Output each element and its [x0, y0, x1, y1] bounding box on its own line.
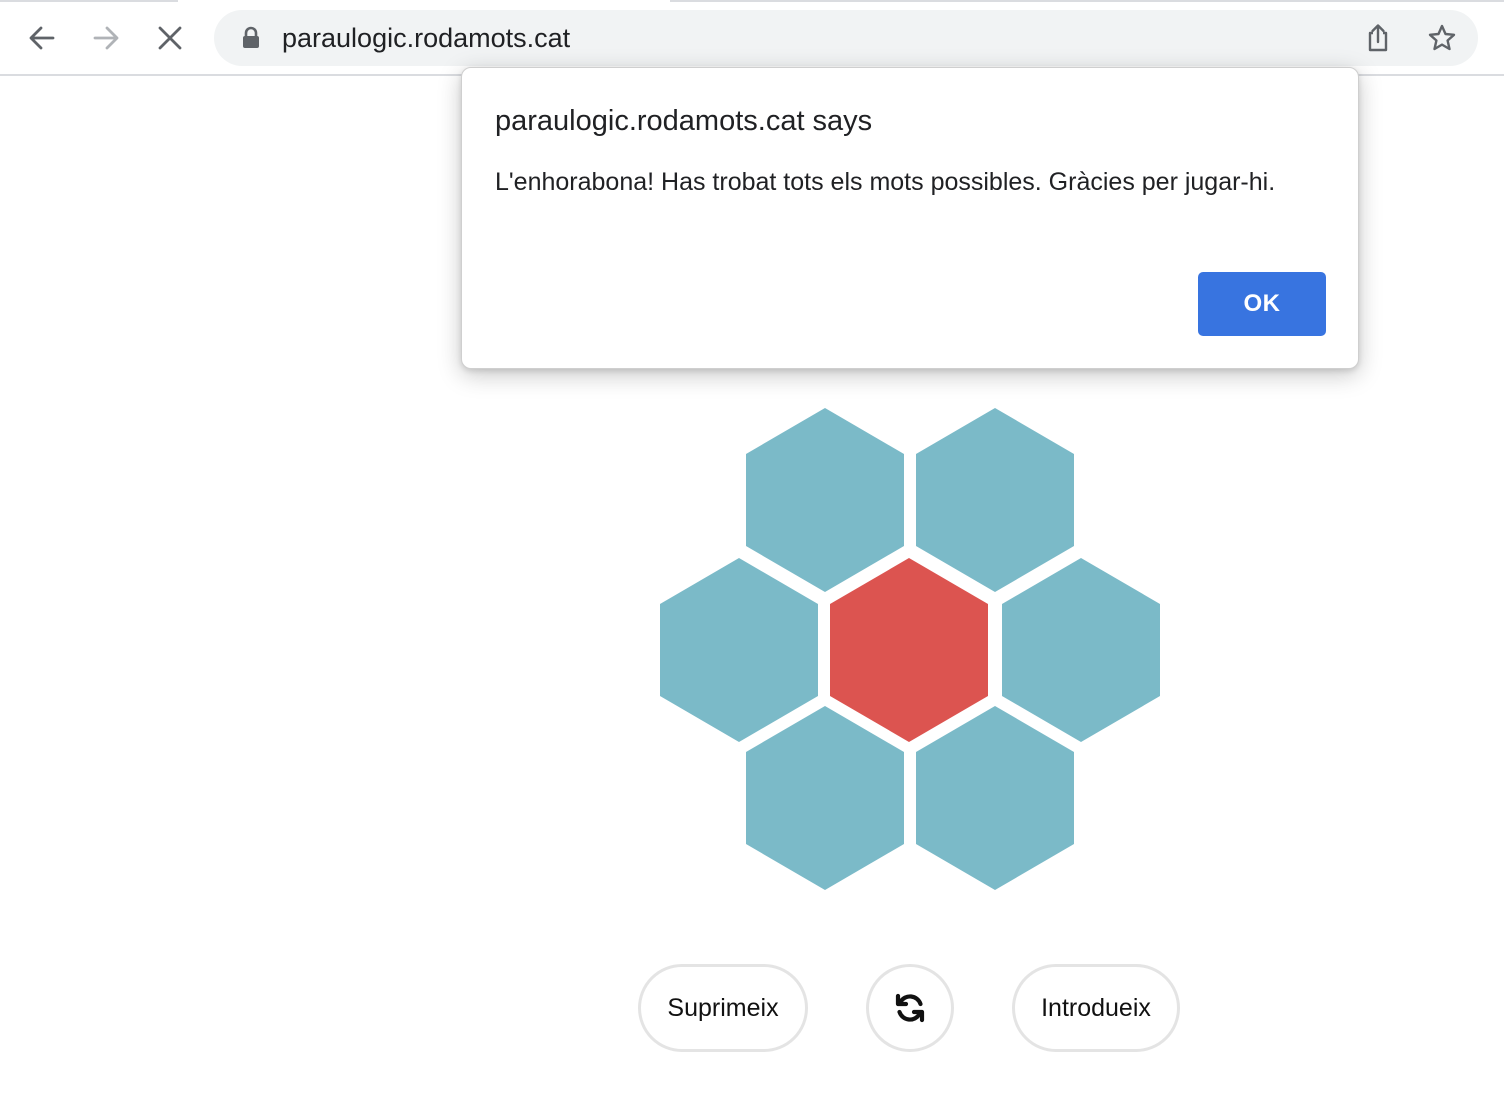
alert-dialog: paraulogic.rodamots.cat says L'enhorabon…	[461, 67, 1359, 369]
hex-cell-left[interactable]	[660, 558, 818, 742]
hex-cell-top-right[interactable]	[916, 408, 1074, 592]
browser-toolbar: paraulogic.rodamots.cat	[0, 0, 1504, 76]
address-bar[interactable]: paraulogic.rodamots.cat	[214, 10, 1478, 66]
close-icon	[158, 26, 182, 50]
arrow-right-icon	[93, 26, 119, 50]
tab-strip-edge	[0, 0, 178, 2]
tab-strip-edge	[670, 0, 1504, 2]
share-button[interactable]	[1358, 18, 1398, 58]
hex-cell-bottom-right[interactable]	[916, 706, 1074, 890]
shuffle-button[interactable]	[866, 964, 954, 1052]
hex-cell-center[interactable]	[830, 558, 988, 742]
share-icon	[1368, 24, 1388, 52]
bookmark-button[interactable]	[1422, 18, 1462, 58]
arrow-left-icon	[29, 26, 55, 50]
forward-button[interactable]	[82, 14, 130, 62]
url-text[interactable]: paraulogic.rodamots.cat	[282, 22, 570, 54]
hex-cell-top-left[interactable]	[746, 408, 904, 592]
dialog-message: L'enhorabona! Has trobat tots els mots p…	[495, 168, 1276, 196]
star-icon	[1428, 24, 1456, 51]
lock-icon[interactable]	[240, 26, 262, 50]
ok-button[interactable]: OK	[1198, 272, 1326, 336]
dialog-title: paraulogic.rodamots.cat says	[495, 105, 873, 137]
stop-loading-button[interactable]	[146, 14, 194, 62]
hex-cell-right[interactable]	[1002, 558, 1160, 742]
enter-button[interactable]: Introdueix	[1012, 964, 1180, 1052]
back-button[interactable]	[18, 14, 66, 62]
shuffle-icon	[895, 993, 925, 1023]
delete-button[interactable]: Suprimeix	[638, 964, 808, 1052]
hex-cell-bottom-left[interactable]	[746, 706, 904, 890]
